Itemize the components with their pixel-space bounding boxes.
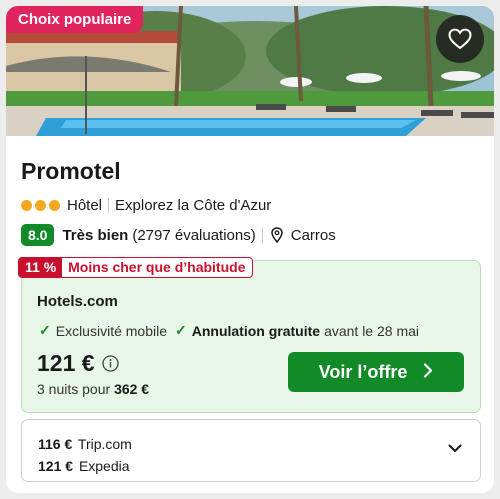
star-dot-1 [21, 200, 32, 211]
chevron-right-icon [423, 362, 433, 383]
offer-price: 121 € [37, 350, 119, 377]
hotel-meta: Hôtel Explorez la Côte d'Azur [21, 197, 271, 214]
hotel-card[interactable]: Choix populaire Promotel Hôtel Explorez … [6, 6, 494, 493]
price-per-night: 121 € [37, 350, 95, 376]
other-offer-1[interactable]: 116 € Trip.com [38, 436, 132, 452]
nights-label: 3 nuits pour [37, 381, 111, 397]
perk-cancellation: Annulation gratuite [191, 322, 321, 339]
discount-badge: 11 % Moins cher que d’habitude [18, 257, 253, 278]
star-dot-2 [35, 200, 46, 211]
total-price: 3 nuits pour 362 € [37, 381, 149, 397]
hotel-tagline: Explorez la Côte d'Azur [115, 197, 272, 214]
map-pin-icon [270, 227, 283, 243]
other-offer-site: Expedia [78, 458, 130, 474]
heart-icon [448, 28, 472, 50]
total-amount: 362 € [114, 381, 150, 397]
check-icon: ✓ [39, 322, 51, 338]
hotel-type: Hôtel [67, 197, 103, 214]
rating-row: 8.0 Très bien (2797 évaluations) Carros [21, 224, 336, 246]
perk-mobile: Exclusivité mobile [55, 322, 167, 339]
other-offer-price: 116 € [38, 436, 73, 452]
favorite-button[interactable] [436, 15, 484, 63]
other-offer-2[interactable]: 121 € Expedia [38, 458, 130, 474]
hotel-photo[interactable]: Choix populaire [6, 6, 494, 136]
check-icon: ✓ [175, 322, 187, 338]
info-icon[interactable] [101, 355, 119, 372]
star-dot-3 [49, 200, 60, 211]
other-offers[interactable]: 116 € Trip.com 121 € Expedia [21, 419, 481, 482]
view-offer-button[interactable]: Voir l’offre [288, 352, 464, 392]
separator [108, 198, 110, 213]
view-offer-label: Voir l’offre [318, 361, 408, 382]
offer-perks: ✓ Exclusivité mobile ✓ Annulation gratui… [39, 322, 419, 339]
rating-word: Très bien [62, 226, 129, 244]
chevron-down-icon[interactable] [448, 444, 462, 453]
other-offer-site: Trip.com [77, 436, 132, 452]
separator [261, 227, 263, 243]
discount-percent: 11 % [19, 258, 63, 277]
offer-provider: Hotels.com [37, 293, 118, 310]
perk-cancellation-date: avant le 28 mai [324, 322, 420, 339]
discount-text: Moins cher que d’habitude [68, 259, 246, 275]
hotel-location[interactable]: Carros [291, 227, 336, 244]
hotel-name[interactable]: Promotel [21, 158, 121, 185]
review-count[interactable]: (2797 évaluations) [132, 227, 255, 244]
other-offer-price: 121 € [38, 458, 74, 474]
star-rating [21, 200, 60, 211]
popular-badge: Choix populaire [6, 6, 144, 33]
score-badge: 8.0 [21, 224, 55, 246]
